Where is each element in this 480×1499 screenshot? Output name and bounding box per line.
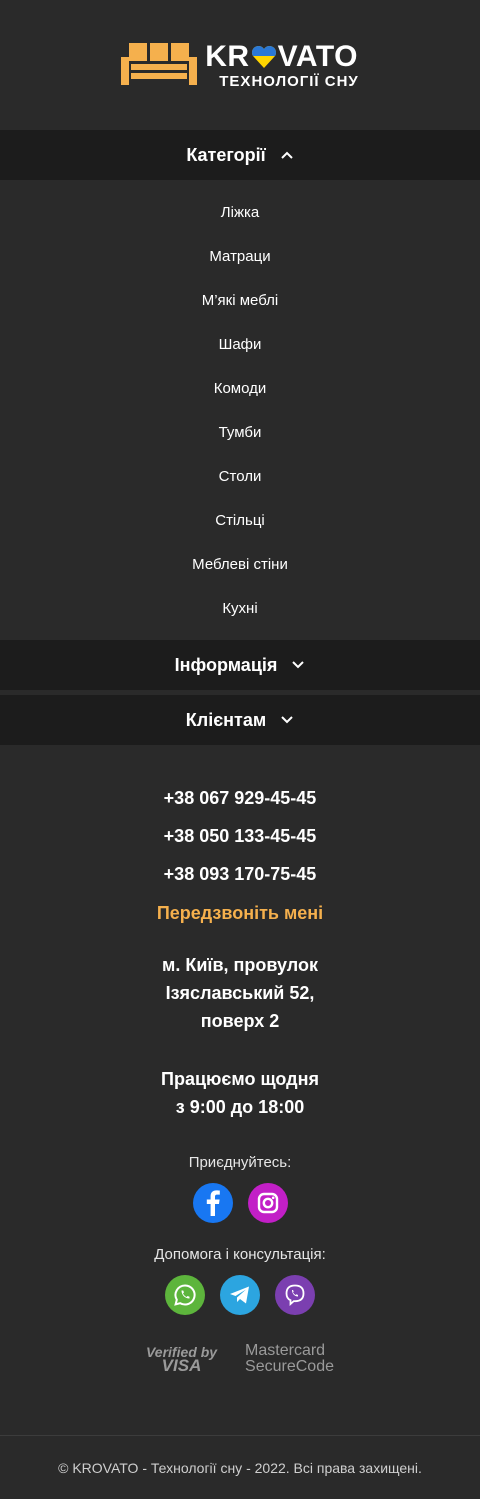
chevron-up-icon bbox=[280, 148, 294, 162]
logo-tagline: ТЕХНОЛОГІЇ СНУ bbox=[219, 72, 359, 90]
address: м. Київ, провулок Ізяславський 52, повер… bbox=[0, 951, 480, 1035]
mastercard-badge-bottom: SecureCode bbox=[245, 1358, 334, 1375]
category-link[interactable]: Матраци bbox=[0, 234, 480, 278]
category-link[interactable]: Кухні bbox=[0, 586, 480, 630]
social-links bbox=[0, 1183, 480, 1223]
info-title: Інформація bbox=[174, 654, 278, 675]
viber-icon[interactable] bbox=[275, 1275, 315, 1315]
info-header[interactable]: Інформація bbox=[0, 640, 480, 690]
help-label: Допомога і консультація: bbox=[154, 1246, 326, 1263]
instagram-icon[interactable] bbox=[247, 1183, 288, 1223]
category-link[interactable]: Комоди bbox=[0, 366, 480, 410]
category-link[interactable]: М’які меблі bbox=[0, 278, 480, 322]
telegram-icon[interactable] bbox=[220, 1275, 260, 1315]
address-line: Ізяславський 52, bbox=[165, 983, 315, 1003]
category-link[interactable]: Ліжка bbox=[0, 190, 480, 234]
address-line: поверх 2 bbox=[200, 1011, 280, 1031]
phone-link[interactable]: +38 067 929-45-45 bbox=[0, 779, 480, 817]
payment-badges: Verified by VISA Mastercard SecureCode bbox=[0, 1343, 480, 1375]
chevron-down-icon bbox=[291, 658, 305, 672]
categories-title: Категорії bbox=[186, 144, 266, 165]
category-link[interactable]: Меблеві стіни bbox=[0, 542, 480, 586]
categories-header[interactable]: Категорії bbox=[0, 130, 480, 180]
category-link[interactable]: Тумби bbox=[0, 410, 480, 454]
hours-line: Працюємо щодня bbox=[161, 1069, 319, 1089]
facebook-icon[interactable] bbox=[192, 1183, 233, 1223]
clients-title: Клієнтам bbox=[185, 709, 267, 730]
category-link[interactable]: Стільці bbox=[0, 498, 480, 542]
phone-link[interactable]: +38 093 170-75-45 bbox=[0, 855, 480, 893]
whatsapp-icon[interactable] bbox=[165, 1275, 205, 1315]
site-logo[interactable]: KR VATO ТЕХНОЛОГІЇ СНУ bbox=[0, 0, 480, 130]
sofa-logo-icon bbox=[121, 43, 198, 85]
brand-left: KR bbox=[205, 39, 250, 73]
callback-button[interactable]: Передзвоніть мені bbox=[0, 893, 480, 933]
hours-line: з 9:00 до 18:00 bbox=[175, 1097, 305, 1117]
address-line: м. Київ, провулок bbox=[162, 955, 318, 975]
mastercard-securecode-badge: Mastercard SecureCode bbox=[245, 1343, 334, 1375]
phone-link[interactable]: +38 050 133-45-45 bbox=[0, 817, 480, 855]
heart-icon bbox=[251, 45, 276, 68]
categories-list: Ліжка Матраци М’які меблі Шафи Комоди Ту… bbox=[0, 180, 480, 640]
copyright-text: © KROVATO - Технології сну - 2022. Всі п… bbox=[58, 1459, 422, 1476]
clients-header[interactable]: Клієнтам bbox=[0, 695, 480, 745]
working-hours: Працюємо щодня з 9:00 до 18:00 bbox=[0, 1065, 480, 1121]
footer-copyright: © KROVATO - Технології сну - 2022. Всі п… bbox=[0, 1435, 480, 1499]
visa-badge-bottom: VISA bbox=[161, 1356, 202, 1375]
category-link[interactable]: Столи bbox=[0, 454, 480, 498]
verified-by-visa-badge: Verified by VISA bbox=[146, 1345, 217, 1375]
contacts-section: +38 067 929-45-45 +38 050 133-45-45 +38 … bbox=[0, 745, 480, 1375]
mastercard-badge-top: Mastercard bbox=[245, 1342, 326, 1359]
join-label: Приєднуйтесь: bbox=[188, 1154, 292, 1171]
messenger-links bbox=[0, 1275, 480, 1315]
brand-right: VATO bbox=[277, 39, 358, 73]
category-link[interactable]: Шафи bbox=[0, 322, 480, 366]
chevron-down-icon bbox=[280, 713, 294, 727]
